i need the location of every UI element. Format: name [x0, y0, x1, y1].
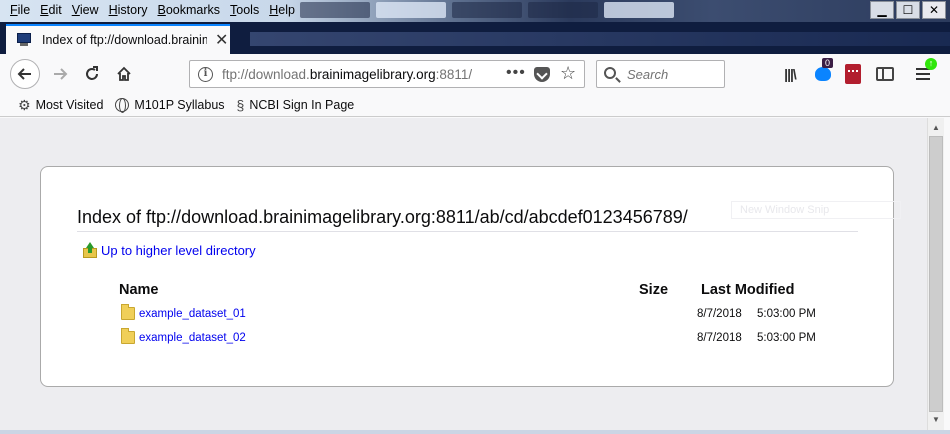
bookmarks-toolbar: ⚙ Most Visited M101P Syllabus § NCBI Sig… — [0, 94, 950, 117]
page-content: New Window Snip Index of ftp://download.… — [0, 118, 927, 430]
bookmark-ncbi-sign-in[interactable]: § NCBI Sign In Page — [237, 98, 355, 112]
folder-icon — [121, 304, 135, 320]
search-placeholder: Search — [627, 67, 669, 82]
maximize-button[interactable]: ☐ — [896, 1, 920, 19]
entry-date: 8/7/2018 — [697, 308, 742, 320]
forward-arrow-icon — [54, 68, 68, 80]
active-tab[interactable]: Index of ftp://download.brainimagelibrar… — [6, 24, 230, 54]
url-text[interactable]: ftp://download.brainimagelibrary.org:881… — [222, 67, 472, 82]
globe-icon — [115, 98, 130, 113]
home-button[interactable] — [109, 59, 139, 89]
menu-bar: File Edit View History Bookmarks Tools H… — [4, 3, 299, 17]
bookmark-star-icon[interactable]: ☆ — [560, 63, 576, 84]
computer-icon — [16, 33, 32, 47]
bookmark-label: Most Visited — [35, 98, 104, 112]
column-header-last-modified: Last Modified — [701, 282, 795, 298]
bookmark-m101p-syllabus[interactable]: M101P Syllabus — [115, 98, 225, 113]
hamburger-menu-icon[interactable]: ↑ — [913, 58, 937, 84]
search-input[interactable]: Search — [596, 60, 725, 88]
extension-icon[interactable] — [845, 64, 861, 84]
address-bar[interactable]: i ftp://download.brainimagelibrary.org:8… — [189, 60, 585, 88]
window-bottom-border — [0, 430, 950, 434]
library-icon[interactable]: |||\ — [780, 64, 800, 84]
scrollbar-thumb[interactable] — [929, 136, 943, 412]
column-header-size: Size — [639, 282, 669, 298]
tab-close-icon[interactable]: ✕ — [215, 30, 228, 50]
menu-history[interactable]: History — [103, 3, 152, 17]
tab-strip: Index of ftp://download.brainimagelibrar… — [0, 22, 950, 54]
close-window-button[interactable]: ✕ — [922, 1, 946, 19]
extension-badge: 0 — [822, 58, 834, 68]
tab-title: Index of ftp://download.brainimagelibrar… — [42, 33, 207, 47]
bookmark-label: NCBI Sign In Page — [249, 98, 355, 112]
list-item: example_dataset_02 8/7/2018 5:03:00 PM — [119, 328, 859, 349]
entry-date: 8/7/2018 — [697, 332, 742, 344]
folder-icon — [121, 328, 135, 344]
list-item: example_dataset_01 8/7/2018 5:03:00 PM — [119, 304, 859, 325]
search-icon — [604, 67, 616, 79]
column-header-name: Name — [119, 282, 159, 298]
ghostery-extension-icon[interactable]: 0 — [812, 58, 834, 84]
entry-time: 5:03:00 PM — [757, 332, 816, 344]
background-windows — [300, 2, 674, 18]
back-button[interactable] — [10, 59, 40, 89]
scroll-down-arrow-icon[interactable]: ▼ — [928, 412, 944, 428]
forward-button[interactable] — [45, 59, 75, 89]
title-bar: File Edit View History Bookmarks Tools H… — [0, 0, 950, 22]
entry-name-link[interactable]: example_dataset_01 — [139, 308, 246, 320]
reload-icon — [86, 66, 98, 80]
background-window — [300, 2, 370, 18]
window-controls: ▁ ☐ ✕ — [870, 1, 946, 19]
vertical-scrollbar[interactable]: ▲ ▼ — [927, 118, 944, 430]
page-title: Index of ftp://download.brainimagelibrar… — [77, 207, 858, 232]
page-actions-menu-icon[interactable]: ••• — [506, 64, 526, 82]
background-window — [604, 2, 674, 18]
blurred-background — [250, 32, 950, 46]
menu-bookmarks[interactable]: Bookmarks — [152, 3, 225, 17]
menu-help[interactable]: Help — [263, 3, 299, 17]
sidebar-icon[interactable] — [876, 67, 894, 81]
up-folder-icon — [83, 242, 97, 258]
update-arrow-icon: ↑ — [925, 58, 937, 70]
navigation-toolbar: i ftp://download.brainimagelibrary.org:8… — [0, 54, 950, 94]
menu-view[interactable]: View — [66, 3, 103, 17]
up-directory-label[interactable]: Up to higher level directory — [101, 243, 256, 258]
dna-icon: § — [236, 97, 245, 113]
background-window — [528, 2, 598, 18]
bookmark-most-visited[interactable]: ⚙ Most Visited — [18, 98, 103, 112]
gear-icon: ⚙ — [18, 97, 31, 113]
entry-time: 5:03:00 PM — [757, 308, 816, 320]
background-window — [376, 2, 446, 18]
menu-tools[interactable]: Tools — [224, 3, 263, 17]
bookmark-label: M101P Syllabus — [134, 98, 225, 112]
reload-button[interactable] — [77, 59, 107, 89]
minimize-button[interactable]: ▁ — [870, 1, 894, 19]
back-arrow-icon — [17, 68, 31, 80]
up-directory-link[interactable]: Up to higher level directory — [83, 242, 256, 258]
menu-edit[interactable]: Edit — [34, 3, 66, 17]
home-icon — [117, 66, 131, 81]
pocket-icon[interactable] — [534, 67, 550, 82]
directory-listing-box: New Window Snip Index of ftp://download.… — [40, 166, 901, 387]
background-window — [452, 2, 522, 18]
menu-file[interactable]: File — [4, 3, 34, 17]
entry-name-link[interactable]: example_dataset_02 — [139, 332, 246, 344]
info-icon[interactable]: i — [198, 67, 213, 82]
scroll-up-arrow-icon[interactable]: ▲ — [928, 120, 944, 136]
